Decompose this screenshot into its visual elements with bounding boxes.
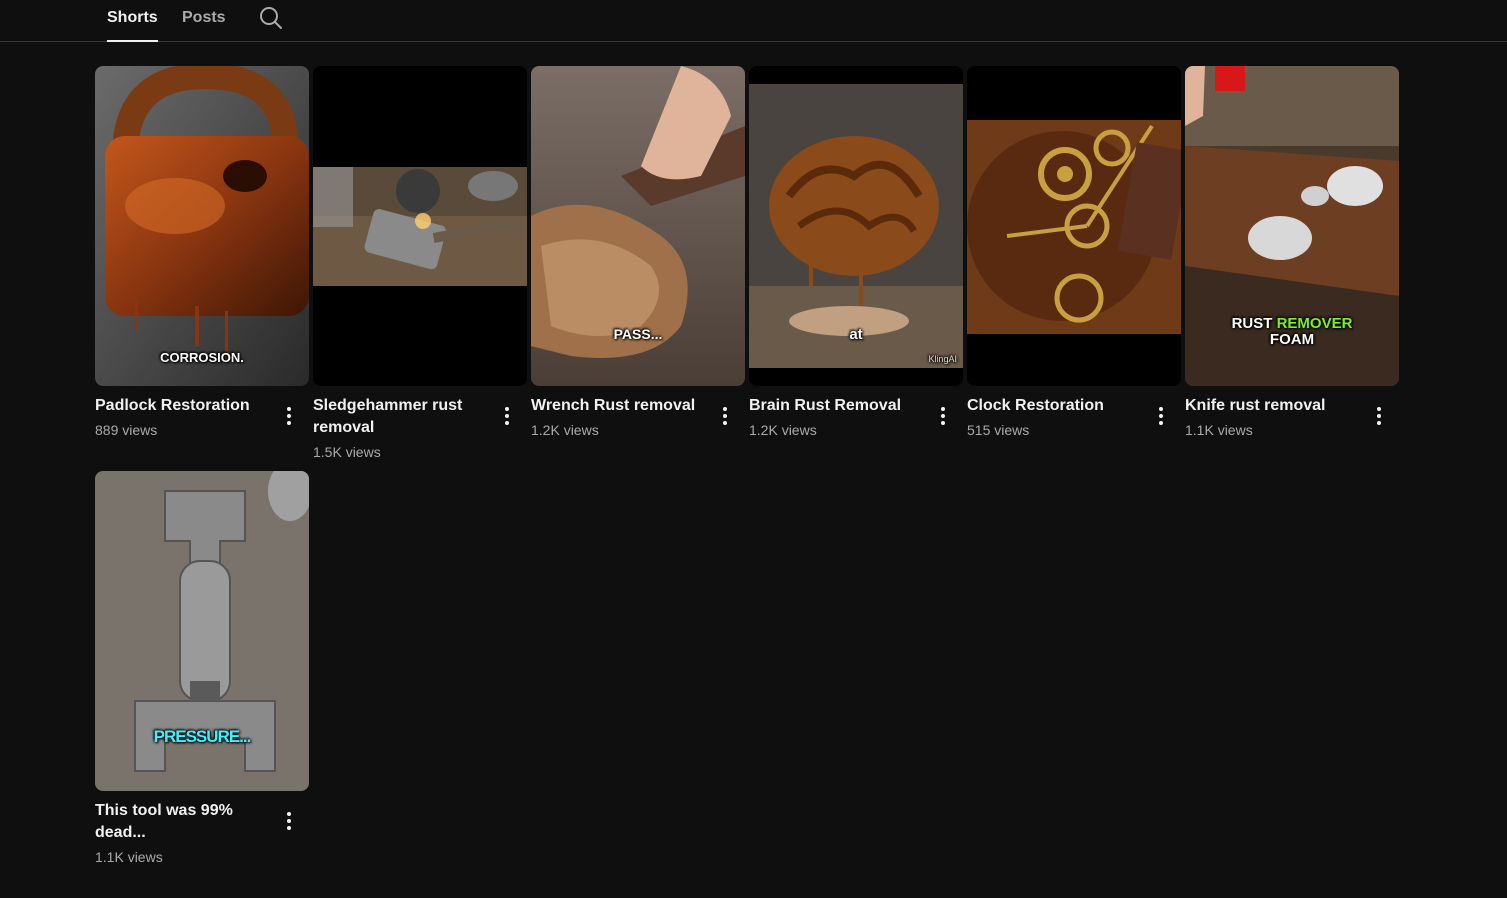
short-card[interactable]: PASS... Wrench Rust removal 1.2K views — [531, 66, 745, 438]
more-actions-button[interactable] — [1367, 404, 1391, 428]
short-title[interactable]: Wrench Rust removal — [531, 395, 709, 417]
short-title[interactable]: Sledgehammer rust removal — [313, 395, 491, 439]
tab-shorts[interactable]: Shorts — [107, 0, 158, 42]
short-thumbnail[interactable]: PRESSURE... — [95, 471, 309, 791]
short-thumbnail[interactable]: CORROSION. — [95, 66, 309, 386]
short-title[interactable]: Knife rust removal — [1185, 395, 1363, 417]
short-thumbnail[interactable] — [313, 66, 527, 386]
short-title[interactable]: Brain Rust Removal — [749, 395, 927, 417]
view-count: 1.2K views — [531, 422, 599, 438]
short-title[interactable]: Clock Restoration — [967, 395, 1145, 417]
short-card[interactable]: RUST REMOVER FOAM Knife rust removal 1.1… — [1185, 66, 1399, 438]
vertical-dots-icon — [287, 407, 291, 425]
tab-shorts-label: Shorts — [107, 9, 158, 26]
tab-posts[interactable]: Posts — [182, 0, 226, 41]
thumbnail-caption: RUST REMOVER FOAM — [1185, 316, 1399, 348]
sledgehammer-image — [313, 66, 527, 386]
more-actions-button[interactable] — [1149, 404, 1173, 428]
active-tab-indicator — [107, 40, 158, 42]
search-button[interactable] — [258, 5, 284, 31]
caption-word-foam: FOAM — [1269, 331, 1315, 348]
thumbnail-caption: CORROSION. — [160, 350, 244, 365]
vertical-dots-icon — [723, 407, 727, 425]
clock-gears-image — [967, 66, 1181, 386]
short-card[interactable]: Sledgehammer rust removal 1.5K views — [313, 66, 527, 460]
short-thumbnail[interactable]: PASS... — [531, 66, 745, 386]
short-card[interactable]: Clock Restoration 515 views — [967, 66, 1181, 438]
more-actions-button[interactable] — [277, 809, 301, 833]
short-thumbnail[interactable]: at KlingAI — [749, 66, 963, 386]
view-count: 515 views — [967, 422, 1030, 438]
tab-posts-label: Posts — [182, 9, 226, 26]
short-title[interactable]: This tool was 99% dead... — [95, 800, 273, 844]
short-card[interactable]: at KlingAI Brain Rust Removal 1.2K views — [749, 66, 963, 438]
view-count: 1.1K views — [1185, 422, 1253, 438]
more-actions-button[interactable] — [713, 404, 737, 428]
short-card[interactable]: CORROSION. Padlock Restoration 889 views — [95, 66, 309, 438]
vertical-dots-icon — [287, 812, 291, 830]
thumbnail-caption: PRESSURE... — [153, 727, 252, 746]
caption-word-remover: REMOVER — [1276, 315, 1353, 332]
watermark-text: KlingAI — [928, 354, 957, 364]
view-count: 889 views — [95, 422, 158, 438]
vertical-dots-icon — [941, 407, 945, 425]
view-count: 1.1K views — [95, 849, 163, 865]
more-actions-button[interactable] — [277, 404, 301, 428]
caption-word-rust: RUST — [1231, 315, 1273, 332]
view-count: 1.5K views — [313, 444, 381, 460]
short-thumbnail[interactable]: RUST REMOVER FOAM — [1185, 66, 1399, 386]
vertical-dots-icon — [1159, 407, 1163, 425]
vertical-dots-icon — [1377, 407, 1381, 425]
search-icon — [260, 7, 282, 29]
vertical-dots-icon — [505, 407, 509, 425]
short-title[interactable]: Padlock Restoration — [95, 395, 273, 417]
channel-tab-bar: Shorts Posts — [0, 0, 1507, 42]
more-actions-button[interactable] — [931, 404, 955, 428]
thumbnail-caption: PASS... — [613, 326, 663, 342]
view-count: 1.2K views — [749, 422, 817, 438]
padlock-image — [95, 66, 309, 386]
more-actions-button[interactable] — [495, 404, 519, 428]
thumbnail-caption: at — [849, 326, 863, 343]
short-thumbnail[interactable] — [967, 66, 1181, 386]
short-card[interactable]: PRESSURE... This tool was 99% dead... 1.… — [95, 471, 309, 865]
